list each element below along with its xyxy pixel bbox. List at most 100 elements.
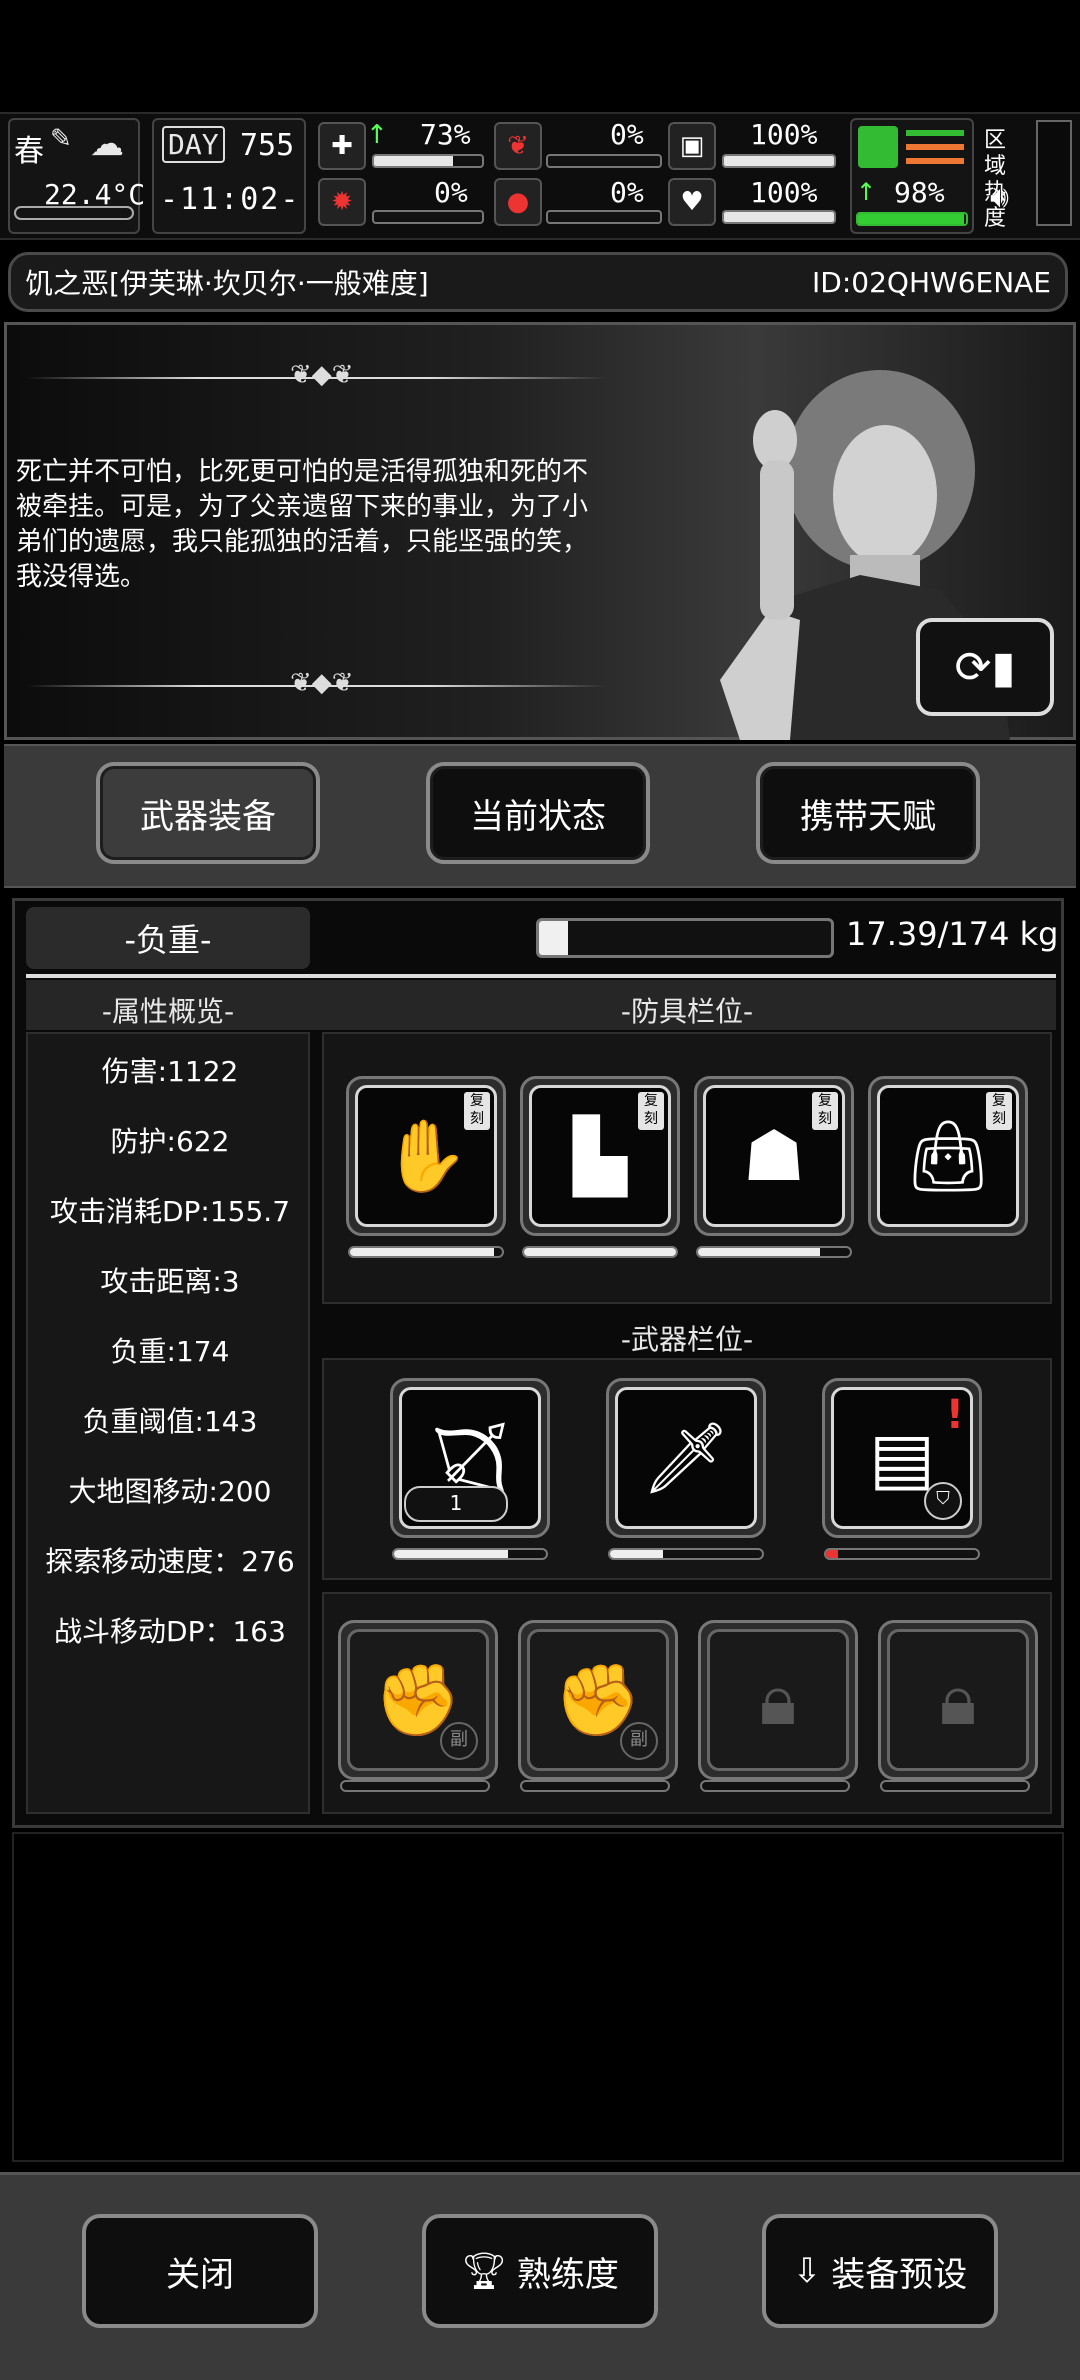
close-button[interactable]: 关闭 — [82, 2214, 318, 2328]
trophy-icon: 🏆︎ — [461, 2251, 507, 2292]
divider — [26, 974, 1056, 978]
tool-durability — [824, 1548, 980, 1560]
ammo-count: 1 — [404, 1486, 508, 1522]
stomach-icon: ❦ — [494, 122, 542, 170]
weapon-slot-tool[interactable]: ▤ ! ⛉ — [822, 1378, 982, 1538]
change-outfit-button[interactable]: ⟳▮ — [916, 618, 1054, 716]
gloves-icon: ✋ — [382, 1114, 470, 1197]
attr-defense: 防护:622 — [110, 1125, 230, 1158]
arrow-up-icon: ↑ — [856, 178, 877, 206]
weather-panel: 春 ✎ ☁ 22.4°C — [8, 118, 145, 234]
preset-label: 装备预设 — [831, 2254, 968, 2295]
medkit-icon: ✚ — [318, 122, 366, 170]
stamina-bar — [856, 212, 968, 226]
gloves-durability — [348, 1246, 504, 1258]
health-bar — [372, 154, 484, 168]
headgear-durability — [696, 1246, 852, 1258]
weapons-heading: -武器栏位- — [620, 1323, 754, 1356]
attr-combat-move-dp: 战斗移动DP：163 — [54, 1615, 286, 1648]
ornament-icon: ❦◆❦ — [290, 360, 354, 390]
armor-slot-bag[interactable]: 👜︎ 复刻 — [868, 1076, 1028, 1236]
mood-bar — [722, 210, 836, 224]
proficiency-button[interactable]: 🏆︎ 熟练度 — [422, 2214, 658, 2328]
equipment-preset-button[interactable]: ⇩ 装备预设 — [762, 2214, 998, 2328]
attr-damage: 伤害:1122 — [101, 1055, 239, 1088]
locked-slot-1[interactable]: 🔒︎ — [698, 1620, 858, 1780]
weapon-slot-crossbow[interactable]: 🏹︎ 1 — [390, 1378, 550, 1538]
load-label: -负重- — [26, 907, 310, 969]
brain-icon: ✹ — [318, 178, 366, 226]
lock-icon: 🔒︎ — [759, 1658, 797, 1741]
attr-explore-speed: 探索移动速度：276 — [45, 1545, 295, 1578]
attr-attack-range: 攻击距离:3 — [100, 1265, 240, 1298]
weapon-slot-knife[interactable]: 🗡︎ — [606, 1378, 766, 1538]
knife-durability — [608, 1548, 764, 1560]
rain-cloud-icon: ☁ — [90, 124, 124, 164]
dinosaur-hat-icon: ☗ — [742, 1115, 806, 1197]
speaker-icon[interactable]: 🔊︎ — [990, 180, 1009, 215]
mood-value: 100% — [750, 176, 818, 209]
secondary-badge: 副 — [440, 1722, 478, 1760]
armor-slot-gloves[interactable]: ✋ 复刻 — [346, 1076, 506, 1236]
tab-weapon-equipment[interactable]: 武器装备 — [96, 762, 320, 864]
ornament-icon: ❦◆❦ — [290, 668, 354, 698]
tool-case-icon: ▤ — [868, 1417, 936, 1499]
stamina-value: 98% — [894, 176, 945, 209]
thirst-value: 100% — [750, 118, 818, 151]
day-label: DAY — [162, 126, 225, 163]
knife-icon: 🗡︎ — [641, 1416, 731, 1499]
attr-map-move: 大地图移动:200 — [68, 1475, 272, 1508]
attributes-heading: -属性概览- — [101, 995, 235, 1028]
shorts-icon: ▙ — [573, 1115, 627, 1197]
crossbow-durability — [392, 1548, 548, 1560]
health-value: 73% — [420, 118, 471, 151]
sanity-value: 0% — [434, 176, 468, 209]
character-name: 饥之恶[伊芙琳·坎贝尔·一般难度] — [25, 267, 429, 300]
pants-durability — [522, 1246, 678, 1258]
bleed-bar — [546, 210, 662, 224]
proficiency-label: 熟练度 — [516, 2254, 619, 2295]
secondary-slot-1[interactable]: ✊ 副 — [338, 1620, 498, 1780]
thirst-bar — [722, 154, 836, 168]
bag-icon: 👜︎ — [903, 1114, 993, 1197]
hunger-value: 0% — [610, 118, 644, 151]
armor-slot-headgear[interactable]: ☗ 复刻 — [694, 1076, 854, 1236]
tab-current-status[interactable]: 当前状态 — [426, 762, 650, 864]
shield-icon: ⛉ — [924, 1482, 962, 1520]
replica-badge: 复刻 — [464, 1092, 490, 1130]
lock-icon: 🔒︎ — [939, 1658, 977, 1741]
game-clock: -11:02- — [160, 182, 301, 217]
armor-slot-pants[interactable]: ▙ 复刻 — [520, 1076, 680, 1236]
character-quote: 死亡并不可怕，比死更可怕的是活得孤独和死的不被牵挂。可是，为了父亲遗留下来的事业… — [16, 457, 589, 592]
warning-icon: ! — [945, 1392, 964, 1438]
replica-badge: 复刻 — [986, 1092, 1012, 1130]
locked-slot-2[interactable]: 🔒︎ — [878, 1620, 1038, 1780]
attributes-list: 伤害:1122 防护:622 攻击消耗DP:155.7 攻击距离:3 负重:17… — [26, 1032, 310, 1814]
preset-icon: ⇩ — [792, 2251, 822, 2291]
attr-attack-dp: 攻击消耗DP:155.7 — [49, 1195, 291, 1228]
armor-heading: -防具栏位- — [620, 995, 754, 1028]
tab-carried-talents[interactable]: 携带天赋 — [756, 762, 980, 864]
arrow-up-icon: ↑ — [366, 120, 388, 150]
day-counter: 755 — [240, 128, 295, 163]
close-label: 关闭 — [166, 2254, 234, 2295]
bleed-value: 0% — [610, 176, 644, 209]
secondary-slot-2[interactable]: ✊ 副 — [518, 1620, 678, 1780]
load-bar — [536, 918, 834, 958]
secondary-badge: 副 — [620, 1722, 658, 1760]
season-label: 春 — [14, 134, 44, 169]
replica-badge: 复刻 — [812, 1092, 838, 1130]
load-value: 17.39/174 kg — [846, 915, 1059, 953]
attr-load: 负重:174 — [110, 1335, 230, 1368]
heart-icon: ♥ — [668, 178, 716, 226]
blood-drop-icon: ● — [494, 178, 542, 226]
thermometer-icon — [14, 206, 134, 220]
water-bottle-icon: ▣ — [668, 122, 716, 170]
stamina-panel: ↑ 98% — [850, 118, 974, 234]
sanity-bar — [372, 210, 484, 224]
day-panel: DAY 755 -11:02- — [152, 118, 306, 234]
character-id: ID:02QHW6ENAE — [812, 265, 1051, 299]
refresh-shirt-icon: ⟳▮ — [954, 641, 1016, 693]
attr-load-threshold: 负重阈值:143 — [82, 1405, 258, 1438]
character-title-bar: 饥之恶[伊芙琳·坎贝尔·一般难度] ID:02QHW6ENAE — [8, 252, 1068, 312]
